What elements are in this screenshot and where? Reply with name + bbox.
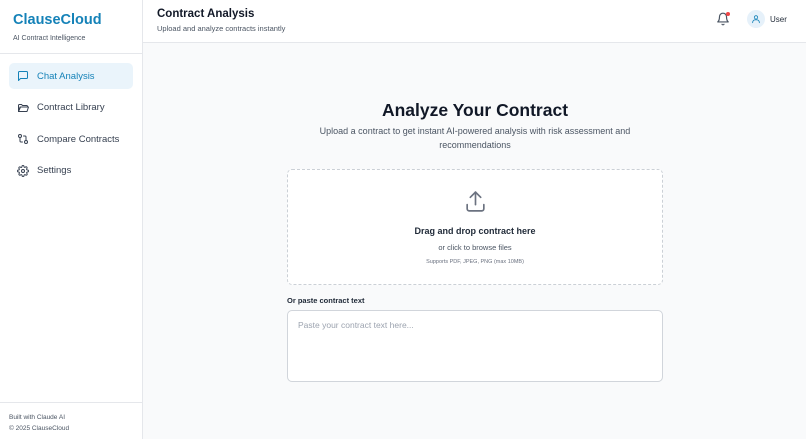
sidebar-item-label: Contract Library <box>37 102 105 113</box>
user-icon <box>752 15 760 24</box>
dropzone-subtitle: or click to browse files <box>438 243 512 252</box>
sidebar-item-label: Settings <box>37 165 72 176</box>
paste-label: Or paste contract text <box>287 296 365 305</box>
built-with-text: Built with Claude AI <box>9 414 66 421</box>
copyright-text: © 2025 ClauseCloud <box>9 425 70 432</box>
avatar[interactable] <box>747 10 765 28</box>
main-description: Upload a contract to get instant AI-powe… <box>319 126 631 150</box>
chat-icon <box>17 70 29 82</box>
page-title: Contract Analysis <box>157 8 255 20</box>
brand: ClauseCloud AI Contract Intelligence <box>0 0 142 54</box>
sidebar-item-contract-library[interactable]: Contract Library <box>9 95 133 121</box>
dropzone-title: Drag and drop contract here <box>414 226 536 236</box>
top-bar: Contract Analysis Upload and analyze con… <box>143 0 806 43</box>
sidebar-footer: Built with Claude AI © 2025 ClauseCloud <box>0 402 142 439</box>
main-heading: Analyze Your Contract <box>381 100 569 120</box>
gear-icon <box>17 164 29 177</box>
sidebar-item-label: Chat Analysis <box>37 70 95 82</box>
folder-icon <box>17 102 29 114</box>
user-name[interactable]: User <box>770 15 787 24</box>
sidebar-item-settings[interactable]: Settings <box>9 158 133 184</box>
app-name[interactable]: ClauseCloud <box>13 12 142 29</box>
sidebar-item-compare-contracts[interactable]: Compare Contracts <box>9 126 133 152</box>
notification-dot <box>726 12 730 16</box>
sidebar-item-chat-analysis[interactable]: Chat Analysis <box>9 63 133 89</box>
compare-icon <box>17 133 29 145</box>
page-subtitle: Upload and analyze contracts instantly <box>157 24 286 33</box>
sidebar: ClauseCloud AI Contract Intelligence Cha… <box>0 0 143 439</box>
contract-text-input[interactable] <box>287 310 663 382</box>
sidebar-nav: Chat Analysis Contract Library Compare C… <box>0 54 142 184</box>
app-tagline: AI Contract Intelligence <box>13 35 86 42</box>
dropzone-hint: Supports PDF, JPEG, PNG (max 10MB) <box>426 259 524 265</box>
file-dropzone[interactable]: Drag and drop contract here or click to … <box>287 169 663 285</box>
upload-icon <box>466 191 485 212</box>
sidebar-item-label: Compare Contracts <box>37 133 120 145</box>
